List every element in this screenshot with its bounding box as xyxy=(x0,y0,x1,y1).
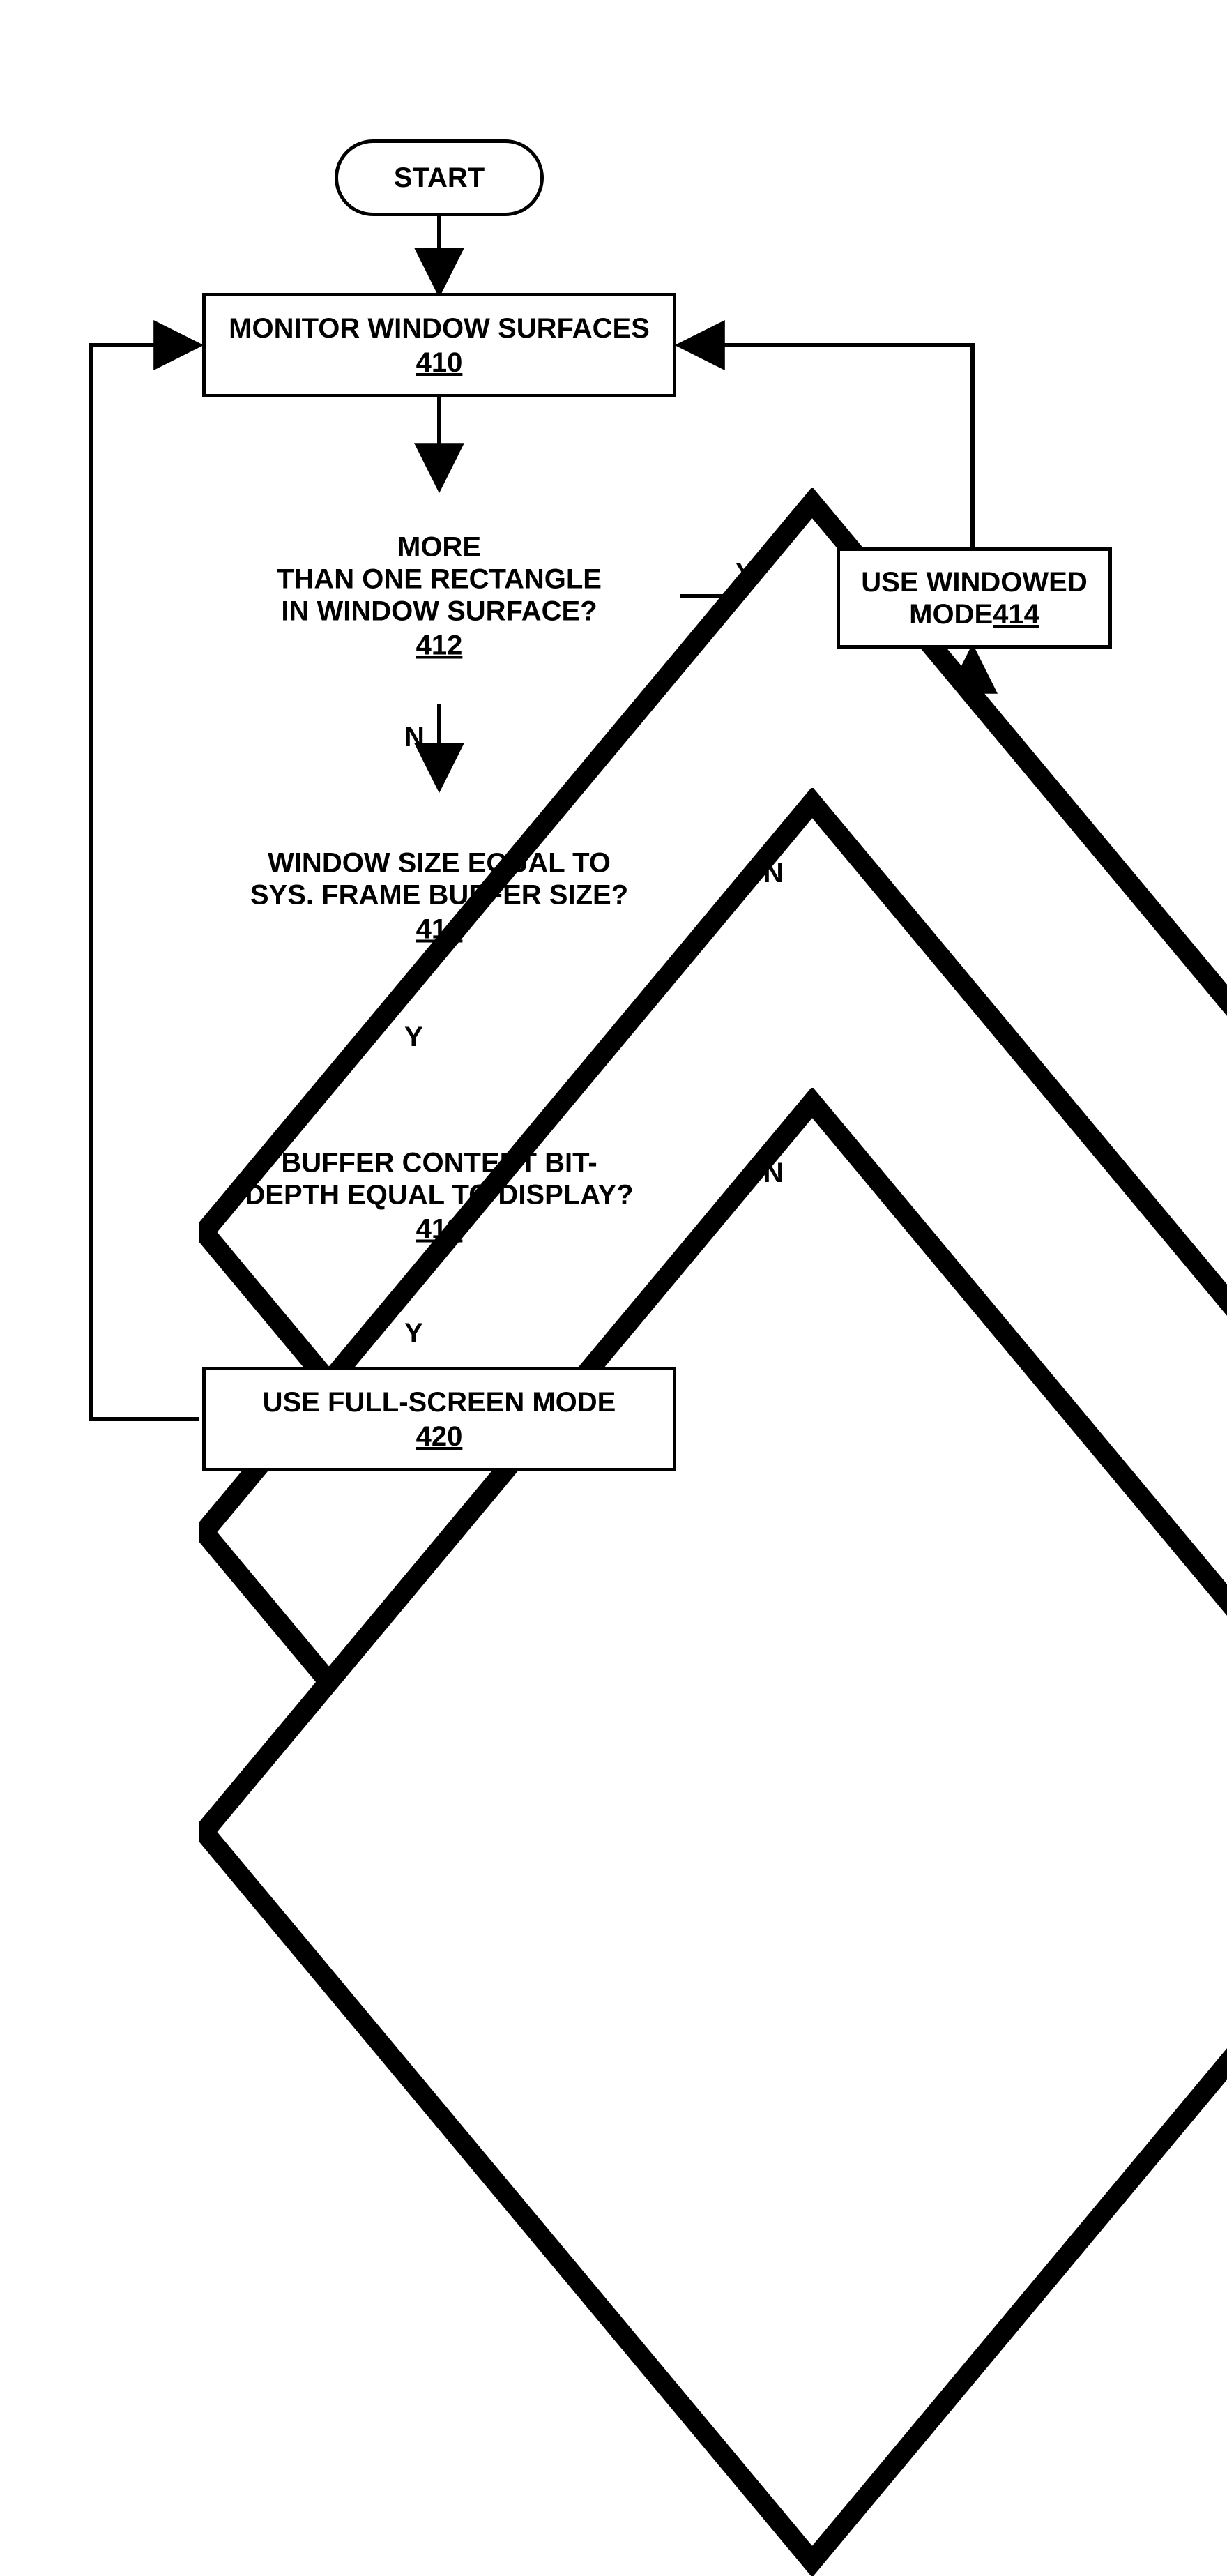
d2-line1: WINDOW SIZE EQUAL TO xyxy=(244,847,634,879)
d2-ref: 416 xyxy=(416,914,463,946)
d3-ref: 418 xyxy=(416,1214,463,1245)
d3-right-n: N xyxy=(763,1158,784,1189)
d3-bottom-y: Y xyxy=(404,1318,423,1349)
monitor-label: MONITOR WINDOW SURFACES xyxy=(229,312,650,344)
decision-418: BUFFER CONTENT BIT- DEPTH EQUAL TO DISPL… xyxy=(199,1088,680,1304)
windowed-line1: USE WINDOWED xyxy=(861,566,1087,598)
d2-right-n: N xyxy=(763,858,784,889)
monitor-process: MONITOR WINDOW SURFACES 410 xyxy=(202,293,676,397)
d2-bottom-y: Y xyxy=(404,1022,423,1053)
start-node: START xyxy=(335,139,544,216)
d1-bottom-n: N xyxy=(404,722,425,753)
d1-line2: THAN ONE RECTANGLE xyxy=(244,563,634,596)
fullscreen-ref: 420 xyxy=(416,1421,463,1453)
fullscreen-process: USE FULL-SCREEN MODE 420 xyxy=(202,1367,676,1471)
d3-line2: DEPTH EQUAL TO DISPLAY? xyxy=(244,1179,634,1211)
windowed-ref: 414 xyxy=(993,599,1039,630)
d1-ref: 412 xyxy=(416,630,463,662)
windowed-process: USE WINDOWED MODE 414 xyxy=(837,547,1112,649)
windowed-line2: MODE xyxy=(909,598,993,630)
flowchart-canvas: START MONITOR WINDOW SURFACES 410 MORE T… xyxy=(0,0,1227,1488)
d1-right-y: Y xyxy=(736,558,754,589)
decision-412: MORE THAN ONE RECTANGLE IN WINDOW SURFAC… xyxy=(199,488,680,704)
fullscreen-label: USE FULL-SCREEN MODE xyxy=(263,1386,616,1418)
monitor-ref: 410 xyxy=(416,347,463,379)
start-label: START xyxy=(394,162,485,194)
decision-416: WINDOW SIZE EQUAL TO SYS. FRAME BUFFER S… xyxy=(199,788,680,1004)
d3-line1: BUFFER CONTENT BIT- xyxy=(244,1147,634,1179)
d1-line1: MORE xyxy=(244,531,634,563)
d2-line2: SYS. FRAME BUFFER SIZE? xyxy=(244,879,634,911)
d1-line3: IN WINDOW SURFACE? xyxy=(244,596,634,628)
